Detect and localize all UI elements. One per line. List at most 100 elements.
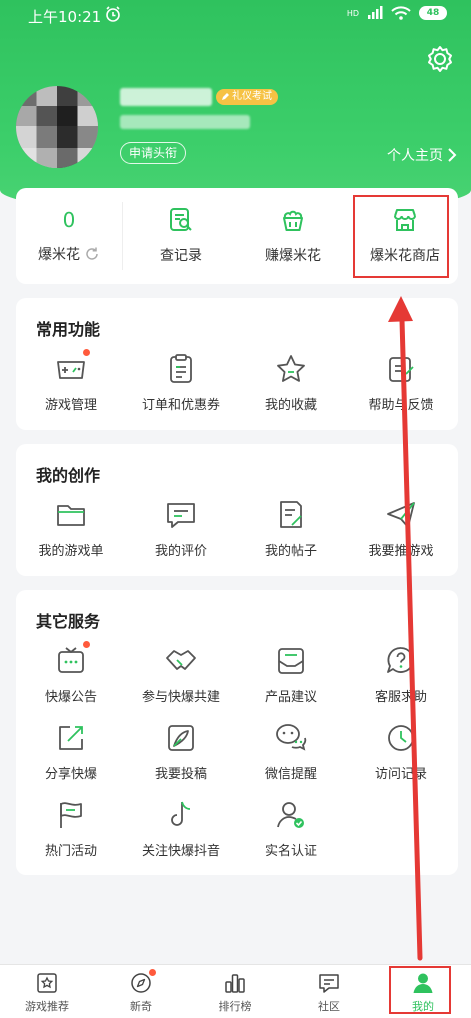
status-right: HD 48 (347, 6, 447, 20)
signal-icon (368, 6, 383, 19)
popcorn-card: 0 爆米花 查记录 赚爆米花 爆米花商店 (16, 188, 458, 284)
recommend-game-label: 我要推游戏 (368, 544, 434, 559)
nav-community[interactable]: 社区 (282, 965, 376, 1018)
earn-popcorn-button[interactable]: 赚爆米花 (240, 188, 346, 284)
user-icon (413, 973, 433, 993)
popcorn-label: 爆米花 (38, 247, 80, 263)
apply-title-button[interactable]: 申请头衔 (120, 142, 187, 164)
submit-article-label: 我要投稿 (154, 767, 207, 782)
popcorn-count: 0 (62, 208, 76, 232)
clock-icon (388, 725, 414, 751)
popcorn-shop-button[interactable]: 爆米花商店 (352, 188, 458, 284)
question-icon (387, 647, 414, 673)
profile-home-link[interactable]: 个人主页 (387, 145, 457, 165)
hot-activities-label: 热门活动 (44, 844, 97, 859)
favorites-label: 我的收藏 (264, 398, 317, 413)
user-subtitle-blurred (120, 115, 250, 129)
wifi-icon (391, 6, 411, 20)
other-services-card: 其它服务 快爆公告 参与快爆共建 产品建议 客服求助 分享快爆 我要投稿 微信提… (16, 590, 458, 875)
wechat-reminder-button[interactable]: 微信提醒 (236, 721, 346, 782)
my-reviews-button[interactable]: 我的评价 (126, 498, 236, 559)
share-label: 分享快爆 (44, 767, 97, 782)
game-management-label: 游戏管理 (44, 398, 97, 413)
announcements-button[interactable]: 快爆公告 (16, 641, 126, 705)
folder-icon (57, 505, 85, 526)
notification-dot (83, 349, 90, 356)
favorites-button[interactable]: 我的收藏 (236, 352, 346, 413)
pencil-badge-icon (222, 93, 229, 100)
my-posts-button[interactable]: 我的帖子 (236, 498, 346, 559)
announcements-label: 快爆公告 (44, 690, 97, 705)
co-build-button[interactable]: 参与快爆共建 (126, 644, 236, 705)
avatar[interactable] (16, 86, 98, 168)
visit-history-label: 访问记录 (374, 767, 427, 782)
my-game-list-button[interactable]: 我的游戏单 (16, 498, 126, 559)
product-suggestion-button[interactable]: 产品建议 (236, 644, 346, 705)
shop-icon (394, 209, 416, 231)
mail-icon (278, 648, 304, 674)
user-verified-icon (277, 802, 304, 828)
nav-mine[interactable]: 我的 (376, 965, 470, 1018)
gamepad-icon (57, 361, 85, 379)
nav-recommend[interactable]: 游戏推荐 (0, 965, 94, 1018)
submit-article-button[interactable]: 我要投稿 (126, 721, 236, 782)
chat-bubble-icon (319, 973, 339, 993)
wechat-reminder-label: 微信提醒 (264, 767, 317, 782)
common-functions-card: 常用功能 游戏管理 订单和优惠券 我的收藏 帮助与反馈 (16, 298, 458, 430)
paper-plane-icon (387, 502, 415, 528)
section-title-other: 其它服务 (36, 612, 101, 631)
profile-home-label: 个人主页 (387, 148, 443, 164)
gear-icon[interactable] (425, 44, 455, 74)
record-search-icon (170, 208, 192, 231)
flag-icon (60, 802, 82, 828)
share-button[interactable]: 分享快爆 (16, 721, 126, 782)
follow-douyin-label: 关注快爆抖音 (141, 844, 220, 859)
query-records-button[interactable]: 查记录 (128, 188, 234, 284)
nav-ranking-label: 排行榜 (218, 999, 252, 1013)
real-name-auth-label: 实名认证 (264, 844, 317, 859)
real-name-auth-button[interactable]: 实名认证 (236, 798, 346, 859)
section-title-common: 常用功能 (36, 320, 101, 339)
bottom-navigation: 游戏推荐 新奇 排行榜 社区 我的 (0, 964, 471, 1018)
bar-chart-icon (225, 973, 245, 993)
handshake-icon (166, 650, 196, 670)
star-box-icon (37, 972, 57, 993)
visit-history-button[interactable]: 访问记录 (346, 721, 456, 782)
feather-pen-icon (168, 725, 194, 751)
recommend-game-button[interactable]: 我要推游戏 (346, 498, 456, 559)
network-label: HD (346, 8, 359, 18)
nav-recommend-label: 游戏推荐 (25, 999, 69, 1013)
refresh-icon[interactable] (84, 246, 100, 262)
my-reviews-label: 我的评价 (154, 544, 207, 559)
help-feedback-button[interactable]: 帮助与反馈 (346, 352, 456, 413)
comment-icon (167, 503, 195, 528)
nav-community-label: 社区 (318, 999, 340, 1013)
co-build-label: 参与快爆共建 (141, 690, 220, 705)
orders-coupons-label: 订单和优惠券 (141, 398, 220, 413)
my-posts-label: 我的帖子 (264, 544, 317, 559)
game-management-button[interactable]: 游戏管理 (16, 349, 126, 413)
popcorn-balance[interactable]: 0 爆米花 (16, 188, 122, 284)
share-icon (59, 726, 83, 750)
username-blurred (120, 88, 212, 106)
product-suggestion-label: 产品建议 (264, 690, 317, 705)
status-time: 上午10:21 (28, 8, 102, 26)
customer-service-button[interactable]: 客服求助 (346, 644, 456, 705)
clipboard-icon (170, 354, 192, 383)
status-bar: 上午10:21 HD 48 (0, 0, 471, 30)
notification-dot (83, 641, 90, 648)
follow-douyin-button[interactable]: 关注快爆抖音 (126, 798, 236, 859)
nav-novelty-label: 新奇 (130, 999, 152, 1013)
badge-label: 礼仪考试 (232, 91, 272, 102)
hot-activities-button[interactable]: 热门活动 (16, 798, 126, 859)
section-title-creation: 我的创作 (36, 466, 101, 485)
my-game-list-label: 我的游戏单 (38, 544, 104, 559)
nav-novelty[interactable]: 新奇 (94, 965, 188, 1018)
battery-indicator: 48 (419, 6, 447, 20)
query-records-label: 查记录 (160, 248, 202, 264)
chevron-right-icon (448, 148, 457, 162)
orders-coupons-button[interactable]: 订单和优惠券 (126, 352, 236, 413)
alarm-icon (106, 6, 120, 22)
star-icon (277, 355, 305, 382)
nav-ranking[interactable]: 排行榜 (188, 965, 282, 1018)
